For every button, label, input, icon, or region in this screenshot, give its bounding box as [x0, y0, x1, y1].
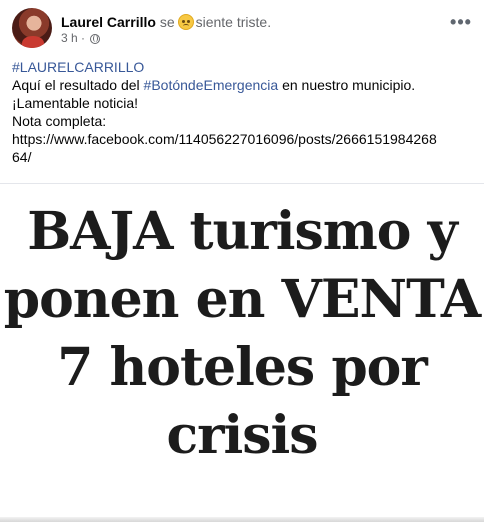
- body-line2-start: Aquí el resultado del: [12, 77, 144, 93]
- hashtag-botondeemergencia[interactable]: #BotóndeEmergencia: [144, 77, 279, 93]
- post-timestamp[interactable]: 3 h: [61, 31, 78, 45]
- facebook-post-card: Laurel Carrillo se siente triste. 3 h · •…: [0, 0, 484, 522]
- post-header: Laurel Carrillo se siente triste. 3 h · •…: [12, 8, 476, 50]
- feeling-text: siente triste.: [195, 14, 272, 30]
- post-body: #LAURELCARRILLO Aquí el resultado del #B…: [12, 58, 474, 166]
- body-line4: Nota completa:: [12, 113, 107, 129]
- author-line: Laurel Carrillo se siente triste.: [61, 11, 271, 31]
- feeling-prefix: se: [159, 14, 175, 30]
- headline-line-2: ponen en VENTA: [3, 269, 482, 330]
- image-bottom-shadow: [0, 517, 484, 522]
- headline-line-3: 7 hoteles por: [57, 337, 428, 398]
- note-link-part2[interactable]: 64/: [12, 149, 31, 165]
- post-meta: 3 h ·: [61, 30, 101, 46]
- globe-icon[interactable]: [90, 34, 101, 44]
- meta-separator: ·: [81, 31, 86, 45]
- hashtag-laurelcarrillo[interactable]: #LAURELCARRILLO: [12, 59, 144, 75]
- note-link-part1[interactable]: https://www.facebook.com/114056227016096…: [12, 131, 437, 147]
- author-avatar[interactable]: [12, 8, 52, 48]
- body-line3: ¡Lamentable noticia!: [12, 95, 139, 111]
- post-image[interactable]: BAJA turismo y ponen en VENTA 7 hoteles …: [0, 183, 484, 522]
- author-name[interactable]: Laurel Carrillo: [61, 14, 156, 30]
- post-options-button[interactable]: •••: [450, 13, 472, 36]
- sad-face-icon: [177, 14, 194, 30]
- image-headline: BAJA turismo y ponen en VENTA 7 hoteles …: [0, 198, 484, 470]
- headline-line-1: BAJA turismo y: [27, 201, 458, 262]
- headline-line-4: crisis: [166, 405, 318, 466]
- body-line2-end: en nuestro municipio.: [278, 77, 416, 93]
